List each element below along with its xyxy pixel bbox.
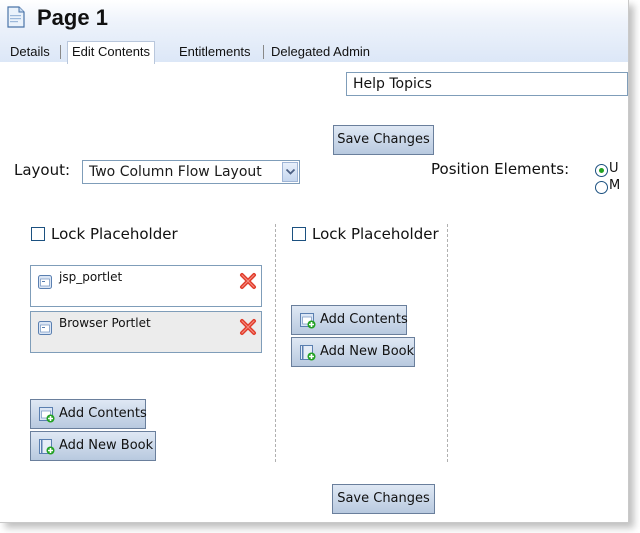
chevron-down-icon[interactable] (282, 162, 298, 182)
radio-selected-dot (599, 168, 604, 173)
tab-bar: Details Edit Contents Entitlements Deleg… (0, 41, 628, 64)
column-divider (275, 224, 276, 462)
portlet-jsp[interactable]: jsp_portlet (30, 265, 262, 307)
lock-placeholder-label-2: Lock Placeholder (312, 225, 439, 243)
column-divider (447, 224, 448, 462)
lock-placeholder-checkbox-1[interactable] (31, 227, 45, 241)
add-book-icon (39, 439, 55, 455)
tab-separator (60, 45, 61, 59)
page-header: Page 1 Details Edit Contents Entitlement… (0, 0, 628, 64)
portlet-icon (38, 275, 52, 289)
page-icon (7, 6, 25, 28)
tab-delegated-admin[interactable]: Delegated Admin (271, 42, 370, 62)
add-contents-button-2[interactable]: Add Contents (291, 305, 408, 335)
lock-placeholder-label-1: Lock Placeholder (51, 225, 178, 243)
tab-edit-contents[interactable]: Edit Contents (67, 41, 156, 64)
layout-select-value: Two Column Flow Layout (89, 164, 262, 180)
tab-entitlements[interactable]: Entitlements (179, 42, 251, 62)
tab-details[interactable]: Details (10, 42, 50, 62)
save-changes-button-top[interactable]: Save Changes (333, 125, 434, 155)
portlet-name: jsp_portlet (59, 270, 123, 284)
add-contents-label: Add Contents (320, 312, 408, 327)
add-contents-icon (300, 313, 316, 329)
position-elements-label: Position Elements: (431, 160, 570, 178)
add-book-icon (300, 345, 316, 361)
page-title: Page 1 (37, 5, 108, 30)
add-new-book-label: Add New Book (59, 438, 154, 453)
portlet-browser[interactable]: Browser Portlet (30, 311, 262, 353)
delete-icon[interactable] (239, 318, 257, 336)
add-contents-button-1[interactable]: Add Contents (30, 399, 147, 429)
layout-label: Layout: (14, 161, 71, 179)
layout-select[interactable]: Two Column Flow Layout (82, 160, 300, 184)
tab-separator (263, 45, 264, 59)
portlet-name: Browser Portlet (59, 316, 151, 330)
help-topics-select[interactable]: Help Topics (346, 72, 628, 96)
lock-placeholder-checkbox-2[interactable] (292, 227, 306, 241)
save-changes-button-bottom[interactable]: Save Changes (332, 484, 435, 514)
page-editor-window: Page 1 Details Edit Contents Entitlement… (0, 0, 629, 523)
add-new-book-label: Add New Book (320, 344, 415, 359)
add-contents-label: Add Contents (59, 406, 147, 421)
portlet-icon (38, 321, 52, 335)
position-radio-u[interactable] (595, 164, 608, 177)
add-new-book-button-1[interactable]: Add New Book (30, 431, 156, 461)
add-new-book-button-2[interactable]: Add New Book (291, 337, 415, 367)
delete-icon[interactable] (239, 272, 257, 290)
position-radio-u-label: U (609, 161, 619, 176)
position-radio-m[interactable] (595, 181, 608, 194)
add-contents-icon (39, 407, 55, 423)
position-radio-m-label: M (609, 178, 621, 193)
